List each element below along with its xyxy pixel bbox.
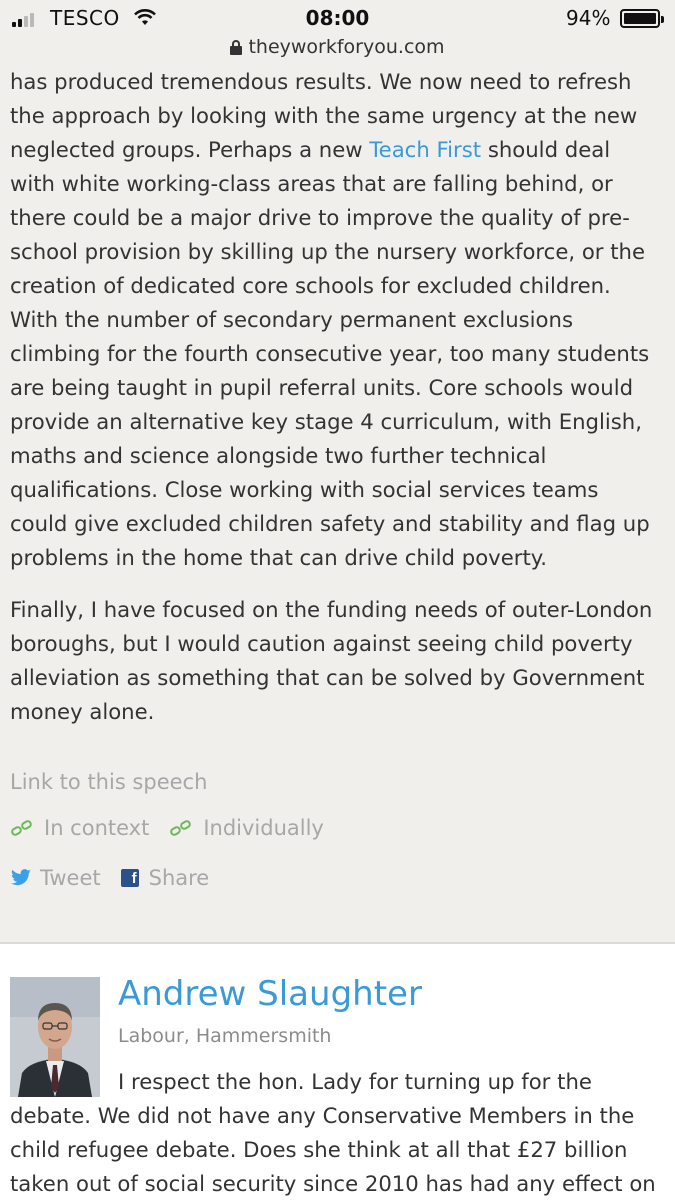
tweet-button[interactable]: Tweet	[10, 866, 101, 890]
teach-first-link[interactable]: Teach First	[369, 137, 481, 162]
speech-paragraph: I respect the hon. Lady for turning up f…	[10, 1069, 656, 1196]
next-speech: Andrew Slaughter Labour, Hammersmith I r…	[0, 944, 675, 1200]
speaker-name-link[interactable]: Andrew Slaughter	[118, 974, 422, 1014]
lock-icon	[230, 40, 243, 55]
facebook-icon: f	[120, 869, 139, 887]
in-context-link[interactable]: In context	[9, 816, 150, 840]
speech-paragraph: Finally, I have focused on the funding n…	[10, 597, 653, 724]
url-bar[interactable]: theyworkforyou.com	[0, 36, 675, 58]
speech-text: should deal with white working-class are…	[10, 137, 650, 570]
link-to-speech[interactable]: Link to this speech	[10, 770, 650, 794]
twitter-icon	[11, 869, 31, 886]
individually-label: Individually	[203, 816, 324, 840]
share-label: Share	[148, 866, 210, 890]
speech-link-options: In context Individually	[9, 816, 650, 840]
tweet-label: Tweet	[40, 866, 101, 890]
share-options: Tweet f Share	[10, 866, 650, 890]
individually-link[interactable]: Individually	[169, 816, 324, 840]
battery-percentage: 94%	[566, 6, 611, 30]
speech-body: has produced tremendous results. We now …	[10, 64, 660, 747]
speaker-party: Labour, Hammersmith	[118, 1025, 332, 1047]
speech-paragraph: has produced tremendous results. We now …	[10, 65, 660, 575]
chain-link-icon	[9, 818, 36, 838]
url-text: theyworkforyou.com	[248, 36, 445, 58]
share-button[interactable]: f Share	[120, 866, 210, 890]
status-bar: TESCO 08:00 94% theyworkforyou.com	[0, 0, 675, 64]
battery-icon	[620, 9, 664, 28]
chain-link-icon	[169, 818, 195, 838]
in-context-label: In context	[44, 816, 150, 840]
